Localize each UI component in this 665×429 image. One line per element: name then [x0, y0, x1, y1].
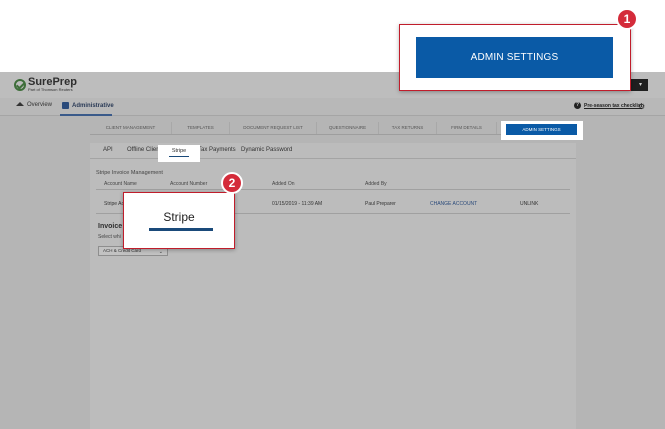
tab-tax-returns[interactable]: TAX RETURNS: [379, 122, 437, 134]
gear-icon[interactable]: ⚙: [638, 102, 645, 111]
table-divider: [96, 189, 570, 190]
subtab-tax-payments[interactable]: Tax Payments: [198, 147, 236, 153]
nav-administrative-label: Administrative: [72, 102, 114, 109]
tab-firm-details[interactable]: FIRM DETAILS: [437, 122, 497, 134]
subtab-api[interactable]: API: [103, 147, 113, 153]
col-added-on: Added On: [272, 181, 295, 187]
help-icon: ?: [574, 102, 581, 109]
admin-icon: [62, 102, 69, 109]
callout-admin-settings: ADMIN SETTINGS: [399, 24, 631, 91]
nav-overview[interactable]: Overview: [16, 102, 52, 108]
tab-client-management[interactable]: CLIENT MANAGEMENT: [90, 122, 172, 134]
subtab-dynamic-password[interactable]: Dynamic Password: [241, 147, 292, 153]
brand-tagline: Part of Thomson Reuters: [28, 87, 73, 92]
cell-added-by: Paul Preparer: [365, 201, 396, 207]
cell-account-name: Stripe Ac: [104, 201, 125, 207]
stripe-zoomed-underline: [149, 228, 213, 231]
col-account-number: Account Number: [170, 181, 208, 187]
change-account-link[interactable]: CHANGE ACCOUNT: [430, 201, 477, 207]
checklist-label: Pre-season tax checklist: [584, 102, 643, 109]
stripe-section-heading: Stripe Invoice Management: [96, 170, 163, 176]
admin-settings-tab[interactable]: ADMIN SETTINGS: [506, 124, 577, 135]
step-badge-2: 2: [221, 172, 243, 194]
stripe-subtab-highlight[interactable]: Stripe: [158, 145, 200, 162]
sureprep-logo[interactable]: SurePrep Part of Thomson Reuters: [14, 77, 77, 92]
invoice-section-subtitle: Select whi: [98, 234, 121, 240]
tab-document-request-list[interactable]: DOCUMENT REQUEST LIST: [230, 122, 317, 134]
home-icon: [16, 102, 24, 106]
active-nav-indicator: [60, 114, 112, 116]
checkmark-logo-icon: [14, 78, 26, 91]
callout-stripe: Stripe: [123, 192, 235, 249]
chevron-down-icon: ⌄: [158, 249, 163, 255]
tab-templates[interactable]: TEMPLATES: [172, 122, 230, 134]
unlink-link[interactable]: UNLINK: [520, 201, 538, 207]
stripe-zoomed-tab[interactable]: Stripe: [124, 210, 234, 224]
nav-administrative[interactable]: Administrative: [62, 102, 114, 109]
checklist-link[interactable]: ? Pre-season tax checklist: [574, 102, 642, 109]
nav-overview-label: Overview: [27, 102, 53, 108]
admin-settings-tab-highlight[interactable]: ADMIN SETTINGS: [501, 121, 583, 140]
col-added-by: Added By: [365, 181, 387, 187]
tab-questionnaire[interactable]: QUESTIONNAIRE: [317, 122, 379, 134]
admin-settings-zoomed-button[interactable]: ADMIN SETTINGS: [416, 37, 613, 78]
step-badge-1: 1: [616, 8, 638, 30]
stripe-subtab-underline: [169, 156, 189, 157]
cell-added-on: 01/15/2019 - 11:39 AM: [272, 201, 323, 207]
content-card: API Offline Clients Tax Payments Dynamic…: [90, 143, 576, 429]
col-account-name: Account Name: [104, 181, 137, 187]
stripe-subtab[interactable]: Stripe: [158, 148, 200, 154]
